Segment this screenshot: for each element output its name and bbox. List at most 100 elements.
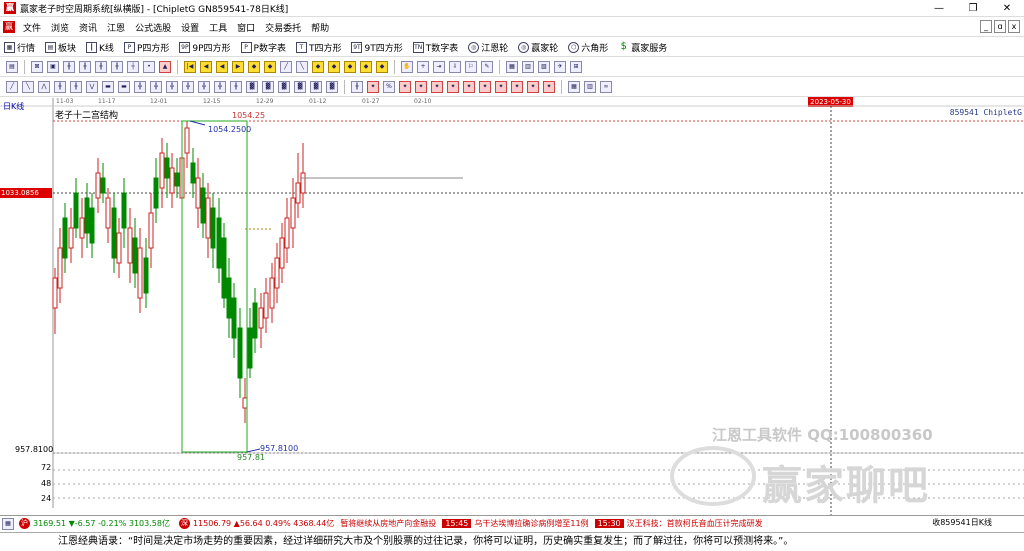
toolbar-gann-wheel-button[interactable]: ◎ 江恩轮 [464, 41, 508, 54]
first-bar-icon[interactable]: |◀ [184, 61, 196, 73]
a-tool-35-icon[interactable]: ▥ [584, 81, 596, 93]
back-icon[interactable]: ◀ [216, 61, 228, 73]
tool-1-icon[interactable]: ⊠ [31, 61, 43, 73]
tool-16-icon[interactable]: ▧ [538, 61, 550, 73]
a-tool-9-icon[interactable]: ╬ [134, 81, 146, 93]
menu-settings[interactable]: 设置 [176, 21, 204, 34]
a-tool-3-icon[interactable]: ⋀ [38, 81, 50, 93]
tool-6-icon[interactable]: ╫ [111, 61, 123, 73]
period-label[interactable]: 日K线 [3, 101, 24, 112]
diamond-5-icon[interactable]: ◆ [344, 61, 356, 73]
a-tool-7-icon[interactable]: ▬ [102, 81, 114, 93]
a-tool-11-icon[interactable]: ╬ [166, 81, 178, 93]
hand-icon[interactable]: ✋ [401, 61, 413, 73]
a-tool-10-icon[interactable]: ╬ [150, 81, 162, 93]
index-sz[interactable]: 深 11506.79 ▲56.64 0.49% 4368.44亿 [176, 518, 334, 529]
mdi-close-button[interactable]: x [1008, 20, 1020, 33]
tool-5-icon[interactable]: ╫ [95, 61, 107, 73]
a-tool-29-icon[interactable]: ✦ [479, 81, 491, 93]
a-tool-27-icon[interactable]: ✦ [447, 81, 459, 93]
a-tool-24-icon[interactable]: ✦ [399, 81, 411, 93]
toolbar-service-button[interactable]: $ 赢家服务 [614, 41, 668, 54]
diamond-1-icon[interactable]: ◆ [248, 61, 260, 73]
crosshair-icon[interactable]: + [417, 61, 429, 73]
layout-menu-icon[interactable]: ▤ [6, 61, 18, 73]
fan-2-icon[interactable]: ╲ [296, 61, 308, 73]
next-icon[interactable]: ▶ [232, 61, 244, 73]
diamond-2-icon[interactable]: ◆ [264, 61, 276, 73]
tool-15-icon[interactable]: ▥ [522, 61, 534, 73]
tool-7-icon[interactable]: ┼ [127, 61, 139, 73]
tool-4-icon[interactable]: ╫ [79, 61, 91, 73]
a-tool-18-icon[interactable]: ▓ [278, 81, 290, 93]
diamond-4-icon[interactable]: ◆ [328, 61, 340, 73]
toolbar-t-square-button[interactable]: T T四方形 [292, 41, 341, 54]
a-tool-16-icon[interactable]: ▓ [246, 81, 258, 93]
a-tool-15-icon[interactable]: ╫ [230, 81, 242, 93]
a-tool-4-icon[interactable]: ╫ [54, 81, 66, 93]
index-sh[interactable]: 沪 3169.51 ▼-6.57 -0.21% 3103.58亿 [16, 518, 170, 529]
news-scroll[interactable]: 暂将继续从房地产向金融投 15:45 乌干达埃博拉确诊病例增至11例 15:30… [340, 518, 765, 529]
a-tool-14-icon[interactable]: ╬ [214, 81, 226, 93]
a-tool-22-icon[interactable]: ╫ [351, 81, 363, 93]
a-tool-19-icon[interactable]: ▓ [294, 81, 306, 93]
menu-formula[interactable]: 公式选股 [130, 21, 176, 34]
news-item[interactable]: 暂将继续从房地产向金融投 [340, 518, 436, 529]
ticker-menu-icon[interactable]: ▦ [2, 517, 14, 530]
tool-13-icon[interactable]: ✎ [481, 61, 493, 73]
diamond-7-icon[interactable]: ◆ [376, 61, 388, 73]
menu-window[interactable]: 窗口 [232, 21, 260, 34]
diamond-6-icon[interactable]: ◆ [360, 61, 372, 73]
mdi-restore-button[interactable]: ɑ [994, 20, 1006, 33]
a-tool-30-icon[interactable]: ✦ [495, 81, 507, 93]
a-tool-17-icon[interactable]: ▓ [262, 81, 274, 93]
a-tool-32-icon[interactable]: ✦ [527, 81, 539, 93]
toolbar-kline-button[interactable]: ┃ K线 [82, 41, 114, 54]
news-item[interactable]: 汉王科技：首款柯氏音血压计完成研发 [627, 518, 763, 529]
tool-12-icon[interactable]: ⚐ [465, 61, 477, 73]
tool-18-icon[interactable]: ⊞ [570, 61, 582, 73]
menu-info[interactable]: 资讯 [74, 21, 102, 34]
a-tool-34-icon[interactable]: ▦ [568, 81, 580, 93]
a-tool-6-icon[interactable]: ⋁ [86, 81, 98, 93]
tool-17-icon[interactable]: ✈ [554, 61, 566, 73]
toolbar-p-table-button[interactable]: P P数字表 [237, 41, 286, 54]
a-tool-13-icon[interactable]: ╬ [198, 81, 210, 93]
menu-gann[interactable]: 江恩 [102, 21, 130, 34]
a-tool-26-icon[interactable]: ✦ [431, 81, 443, 93]
a-tool-23-icon[interactable]: ✦ [367, 81, 379, 93]
tool-11-icon[interactable]: ⇩ [449, 61, 461, 73]
a-tool-28-icon[interactable]: ✦ [463, 81, 475, 93]
a-tool-20-icon[interactable]: ▓ [310, 81, 322, 93]
diamond-3-icon[interactable]: ◆ [312, 61, 324, 73]
percent-icon[interactable]: % [383, 81, 395, 93]
mdi-minimize-button[interactable]: _ [980, 20, 992, 33]
infinity-icon[interactable]: ∞ [600, 81, 612, 93]
close-button[interactable]: ✕ [990, 0, 1024, 17]
toolbar-quotes-button[interactable]: ▦ 行情 [0, 41, 35, 54]
maximize-button[interactable]: ❐ [956, 0, 990, 17]
prev-bar-icon[interactable]: ◀ [200, 61, 212, 73]
a-tool-1-icon[interactable]: ╱ [6, 81, 18, 93]
news-item[interactable]: 乌干达埃博拉确诊病例增至11例 [474, 518, 588, 529]
toolbar-9p-square-button[interactable]: 9P 9P四方形 [175, 41, 231, 54]
a-tool-33-icon[interactable]: ✦ [543, 81, 555, 93]
toolbar-sectors-button[interactable]: ▤ 板块 [41, 41, 76, 54]
a-tool-5-icon[interactable]: ╫ [70, 81, 82, 93]
a-tool-21-icon[interactable]: ▓ [326, 81, 338, 93]
toolbar-9t-square-button[interactable]: 9T 9T四方形 [347, 41, 403, 54]
tool-9-icon[interactable]: ▲ [159, 61, 171, 73]
toolbar-hexagon-button[interactable]: ⬡ 六角形 [564, 41, 608, 54]
a-tool-2-icon[interactable]: ╲ [22, 81, 34, 93]
fan-1-icon[interactable]: ╱ [280, 61, 292, 73]
minimize-button[interactable]: — [922, 0, 956, 17]
toolbar-p-square-button[interactable]: P P四方形 [120, 41, 169, 54]
menu-trade[interactable]: 交易委托 [260, 21, 306, 34]
menu-file[interactable]: 文件 [18, 21, 46, 34]
tool-8-icon[interactable]: • [143, 61, 155, 73]
tool-3-icon[interactable]: ╫ [63, 61, 75, 73]
a-tool-25-icon[interactable]: ✦ [415, 81, 427, 93]
a-tool-8-icon[interactable]: ▬ [118, 81, 130, 93]
tool-2-icon[interactable]: ▣ [47, 61, 59, 73]
menu-browse[interactable]: 浏览 [46, 21, 74, 34]
